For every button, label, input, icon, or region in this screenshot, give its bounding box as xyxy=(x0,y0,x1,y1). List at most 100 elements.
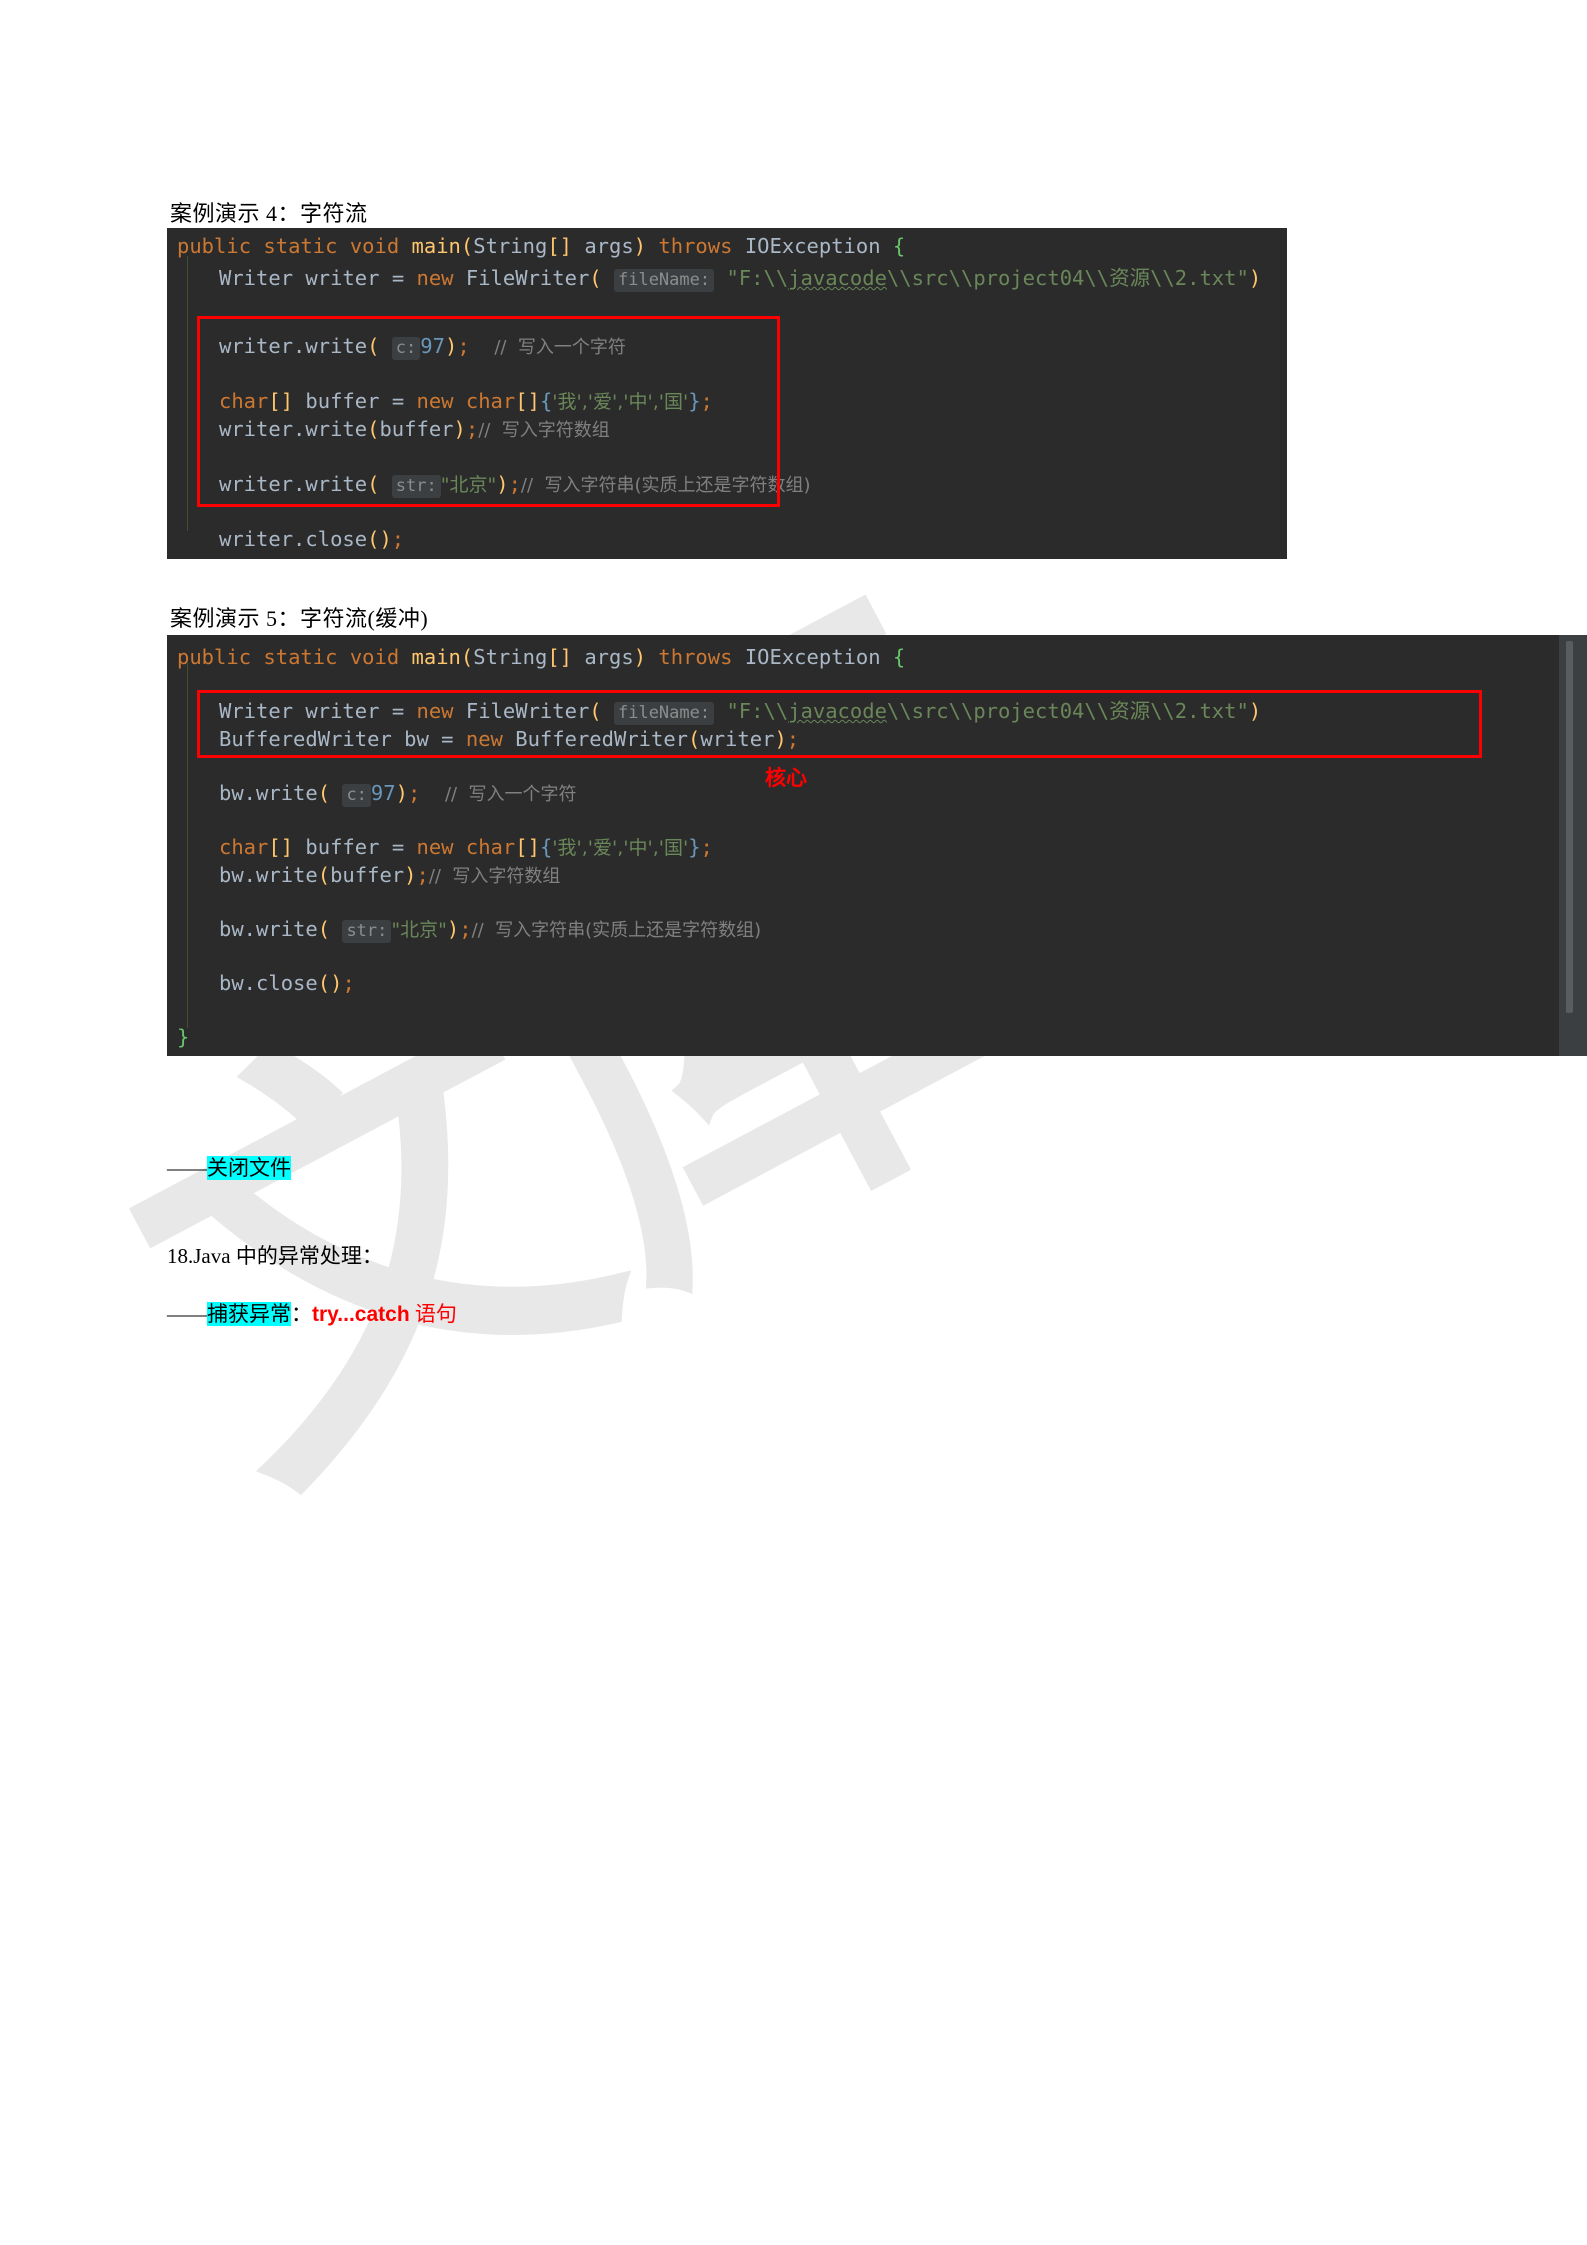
code-line-6: bw.write(buffer);// 写入字符数组 xyxy=(219,865,560,888)
token-path-javacode: javacode xyxy=(788,699,887,723)
token-buffer-arg: buffer xyxy=(330,863,405,887)
token-paren-close: ) xyxy=(446,917,460,941)
token-new: new xyxy=(465,727,503,751)
note-suffix: 语句 xyxy=(409,1302,457,1326)
inlay-hint-c: c: xyxy=(342,784,371,807)
token-void: void xyxy=(349,234,400,258)
token-brace-open: { xyxy=(892,234,906,258)
token-paren-close: ) xyxy=(453,417,466,441)
token-buffer-var: buffer xyxy=(305,835,380,859)
token-bufferedwriter-type: BufferedWriter xyxy=(219,727,392,751)
token-ioexception: IOException xyxy=(744,645,881,669)
code-line-2: Writer writer = new FileWriter( fileName… xyxy=(219,266,1262,292)
note-dash: —— xyxy=(167,1156,208,1180)
editor-scrollbar-thumb[interactable] xyxy=(1566,641,1573,1013)
token-bracket-2: [] xyxy=(515,835,540,859)
note-dash: —— xyxy=(167,1302,208,1326)
token-curly-close: } xyxy=(688,835,701,859)
token-ioexception: IOException xyxy=(744,234,881,258)
token-paren-open: ( xyxy=(367,417,380,441)
token-static: static xyxy=(263,234,338,258)
token-writer-write: writer.write xyxy=(219,417,368,441)
token-equals: = xyxy=(391,699,405,723)
token-void: void xyxy=(349,645,400,669)
keyword-try-catch: try...catch xyxy=(312,1303,410,1326)
token-char-type: char xyxy=(465,389,516,413)
token-bracket-2: [] xyxy=(515,389,540,413)
token-writer-arg: writer xyxy=(700,727,775,751)
token-filewriter: FileWriter xyxy=(465,266,590,290)
token-brace-open: { xyxy=(892,645,906,669)
token-paren-open: ( xyxy=(317,863,331,887)
comment-write-one-char: // 写入一个字符 xyxy=(494,337,626,358)
caption-demo-4: 案例演示 4：字符流 xyxy=(170,201,368,226)
token-paren-close: ) xyxy=(395,781,408,805)
token-semicolon: ; xyxy=(416,863,429,887)
token-brace-close: } xyxy=(177,1025,190,1049)
document-page: 案例演示 4：字符流 public static void main(Strin… xyxy=(0,0,1587,2245)
token-semicolon: ; xyxy=(786,727,800,751)
token-paren-close: ) xyxy=(633,645,647,669)
code-line-4: char[] buffer = new char[]{'我','爱','中','… xyxy=(219,391,713,413)
token-path-prefix: "F:\\ xyxy=(726,266,789,290)
token-new: new xyxy=(416,699,454,723)
token-args: args xyxy=(584,234,634,258)
token-path-suffix: \\src\\project04\\资源\\2.txt" xyxy=(886,266,1249,290)
heading-exception-handling: 18.Java 中的异常处理： xyxy=(167,1240,383,1270)
token-semicolon: ; xyxy=(457,334,470,358)
token-bw-write: bw.write xyxy=(219,917,318,941)
token-filewriter: FileWriter xyxy=(465,699,590,723)
token-path-javacode: javacode xyxy=(788,266,887,290)
highlight-close-file: 关闭文件 xyxy=(207,1156,291,1180)
token-paren-open: ( xyxy=(688,727,701,751)
token-curly-open: { xyxy=(539,835,553,859)
token-bw-write: bw.write xyxy=(219,781,318,805)
token-parens: () xyxy=(367,527,392,551)
note-colon: ： xyxy=(291,1302,312,1326)
token-paren-close: ) xyxy=(633,234,647,258)
inlay-hint-filename: fileName: xyxy=(613,702,715,725)
token-paren-close: ) xyxy=(1248,699,1262,723)
token-writer-close: writer.close xyxy=(219,527,368,551)
token-paren-close: ) xyxy=(1248,266,1262,290)
token-97: 97 xyxy=(420,334,445,358)
token-writer-type: Writer xyxy=(219,699,294,723)
code-line-1: public static void main(String[] args) t… xyxy=(177,647,905,668)
token-bw-write: bw.write xyxy=(219,863,318,887)
token-paren-close: ) xyxy=(496,472,509,496)
token-path-suffix: \\src\\project04\\资源\\2.txt" xyxy=(886,699,1249,723)
annotation-core-label: 核心 xyxy=(765,766,807,790)
comment-write-one-char: // 写入一个字符 xyxy=(444,784,577,805)
token-writer-type: Writer xyxy=(219,266,294,290)
token-paren-open: ( xyxy=(317,781,331,805)
token-bracket: [] xyxy=(547,234,572,258)
caption-demo-5: 案例演示 5：字符流(缓冲) xyxy=(170,606,429,631)
code-line-8: } xyxy=(177,558,189,559)
token-paren-close: ) xyxy=(404,863,417,887)
comment-write-char-array: // 写入字符数组 xyxy=(428,866,561,887)
inlay-hint-filename: fileName: xyxy=(613,269,715,292)
editor-scrollbar-track[interactable] xyxy=(1559,635,1587,1056)
token-char: char xyxy=(219,835,269,859)
note-catch-exception: ——捕获异常：try...catch 语句 xyxy=(167,1298,457,1328)
token-curly-close: } xyxy=(688,389,701,413)
token-char-type: char xyxy=(465,835,516,859)
token-paren-open: ( xyxy=(367,472,380,496)
note-close-file: ——关闭文件 xyxy=(167,1152,291,1182)
token-new: new xyxy=(416,389,454,413)
token-string-type: String xyxy=(473,234,548,258)
comment-write-string: // 写入字符串(实质上还是字符数组) xyxy=(471,920,762,941)
token-char-literals: '我','爱','中','国' xyxy=(552,837,689,859)
token-main: main xyxy=(411,645,461,669)
token-buffer-arg: buffer xyxy=(379,417,454,441)
token-semicolon: ; xyxy=(700,835,713,859)
token-string-type: String xyxy=(473,645,548,669)
token-path-prefix: "F:\\ xyxy=(726,699,789,723)
code-line-1: public static void main(String[] args) t… xyxy=(177,236,905,257)
token-writer-write: writer.write xyxy=(219,334,368,358)
token-paren-open: ( xyxy=(317,917,331,941)
token-static: static xyxy=(263,645,338,669)
code-line-3: BufferedWriter bw = new BufferedWriter(w… xyxy=(219,729,799,750)
token-new: new xyxy=(416,835,454,859)
token-paren-close: ) xyxy=(774,727,787,751)
